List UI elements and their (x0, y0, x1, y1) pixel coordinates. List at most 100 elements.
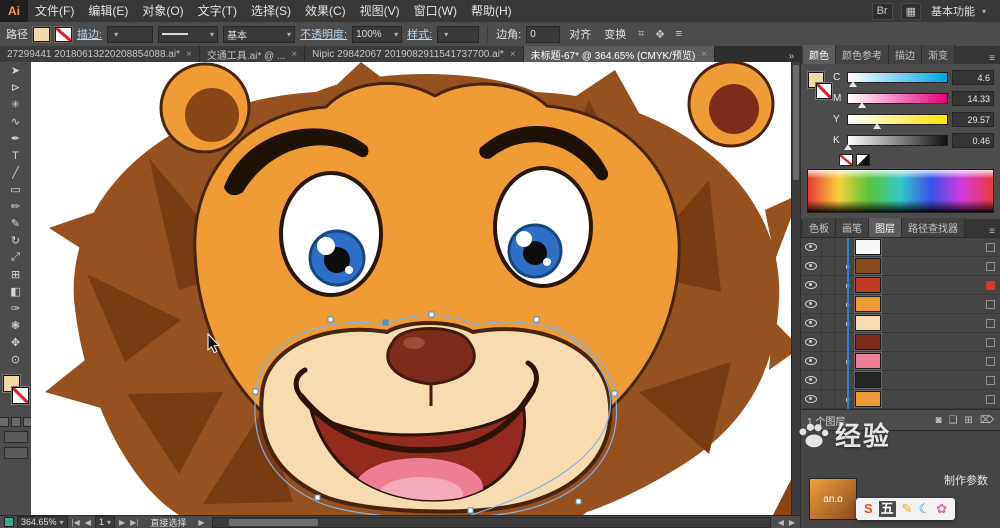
vertical-scrollbar[interactable] (791, 62, 800, 515)
selection-indicator[interactable] (986, 356, 995, 366)
gradient-tool[interactable]: ◧ (0, 283, 31, 300)
lock-toggle[interactable] (822, 314, 835, 332)
opacity-link[interactable]: 不透明度: (300, 26, 347, 42)
delete-layer-button[interactable]: ⌦ (980, 415, 994, 426)
disclosure-triangle-icon[interactable]: ▸ (841, 262, 855, 271)
none-swatch[interactable] (839, 154, 853, 166)
selection-indicator[interactable] (986, 394, 995, 404)
slider-track-C[interactable] (847, 72, 948, 87)
slider-handle[interactable] (858, 102, 867, 108)
color-panel-tab-3[interactable]: 渐变 (922, 45, 955, 64)
tab-close-icon[interactable]: × (510, 49, 516, 60)
slider-value[interactable]: 0.46 (952, 133, 994, 148)
brush-dropdown[interactable]: 基本 ▾ (223, 25, 296, 43)
visibility-toggle[interactable] (801, 257, 822, 275)
menu-item-3[interactable]: 文字(T) (191, 0, 244, 22)
magic-wand-tool[interactable]: ✳ (0, 96, 31, 113)
rectangle-tool[interactable]: ▭ (0, 181, 31, 198)
fill-swatch[interactable] (33, 26, 50, 42)
next-artboard-button[interactable]: ▶ (118, 518, 126, 527)
scroll-right-icon[interactable]: ▶ (788, 518, 796, 527)
selection-indicator[interactable] (986, 318, 995, 328)
document-tab-1[interactable]: 交通工具.ai* @ ... × (199, 46, 306, 62)
corner-value-box[interactable]: 0 (526, 25, 561, 43)
selection-indicator[interactable] (986, 242, 995, 252)
layer-row-5[interactable] (801, 333, 1000, 352)
selection-tool[interactable]: ➤ (0, 62, 31, 79)
stroke-color-swatch[interactable] (12, 387, 29, 404)
document-tab-2[interactable]: Nipic 29842067 2019082911541737700.ai* × (305, 46, 524, 62)
tab-close-icon[interactable]: × (701, 49, 707, 60)
eyedropper-tool[interactable]: ✑ (0, 300, 31, 317)
ime-icon-0[interactable]: S (864, 501, 873, 517)
style-link[interactable]: 样式: (407, 26, 432, 42)
lock-toggle[interactable] (822, 371, 835, 389)
slider-value[interactable]: 4.6 (952, 70, 994, 85)
paintbrush-tool[interactable]: ✏ (0, 198, 31, 215)
lock-toggle[interactable] (822, 257, 835, 275)
slider-handle[interactable] (873, 123, 882, 129)
panel-menu-icon[interactable]: ≡ (984, 53, 1000, 64)
disclosure-triangle-icon[interactable]: ▸ (841, 300, 855, 309)
slider-track-K[interactable] (844, 135, 948, 150)
make-clipping-mask-button[interactable]: ◙ (935, 415, 941, 426)
status-flyout-icon[interactable]: ▶ (197, 518, 205, 527)
input-method-bar[interactable]: S 五 ✎ ☾ ✿ (856, 498, 956, 520)
first-artboard-button[interactable]: |◀ (71, 518, 81, 527)
layer-row-6[interactable]: ▸ (801, 352, 1000, 371)
menu-item-6[interactable]: 视图(V) (353, 0, 407, 22)
layer-row-3[interactable]: ▸ (801, 295, 1000, 314)
stroke-swatch[interactable] (55, 26, 72, 42)
reference-thumbnail[interactable]: an.o (809, 478, 857, 520)
panel-tab-0[interactable]: 色板 (803, 218, 836, 237)
new-layer-button[interactable]: ⊞ (964, 415, 972, 426)
last-artboard-button[interactable]: ▶| (129, 518, 139, 527)
tab-close-icon[interactable]: × (291, 49, 297, 60)
stroke-link[interactable]: 描边: (77, 26, 102, 42)
slider-value[interactable]: 29.57 (952, 112, 994, 127)
canvas[interactable] (31, 62, 800, 515)
scrollbar-thumb[interactable] (229, 518, 319, 526)
layer-row-4[interactable]: ▸ (801, 314, 1000, 333)
document-tab-0[interactable]: 27299441 20180613220208854088.ai* × (0, 46, 200, 62)
layer-row-7[interactable] (801, 371, 1000, 390)
blend-tool[interactable]: ❃ (0, 317, 31, 334)
scroll-left-icon[interactable]: ◀ (777, 518, 785, 527)
align-button[interactable]: 对齐 (565, 25, 595, 43)
lock-toggle[interactable] (822, 238, 835, 256)
rotate-tool[interactable]: ↻ (0, 232, 31, 249)
lock-toggle[interactable] (822, 295, 835, 313)
visibility-toggle[interactable] (801, 314, 822, 332)
selection-indicator[interactable] (986, 337, 995, 347)
disclosure-triangle-icon[interactable]: ▸ (841, 319, 855, 328)
ime-icon-2[interactable]: ✎ (902, 501, 913, 517)
selection-indicator[interactable] (986, 299, 995, 309)
visibility-toggle[interactable] (801, 276, 822, 294)
menubar-icon-0[interactable]: Br (871, 2, 893, 20)
ime-icon-4[interactable]: ✿ (936, 501, 947, 517)
visibility-toggle[interactable] (801, 371, 822, 389)
panel-menu-icon[interactable]: ≡ (984, 226, 1000, 237)
panel-tab-3[interactable]: 路径查找器 (902, 218, 965, 237)
menu-item-4[interactable]: 选择(S) (244, 0, 298, 22)
selection-indicator[interactable] (986, 375, 995, 385)
draw-mode-button[interactable] (3, 431, 28, 443)
visibility-toggle[interactable] (801, 390, 822, 408)
transform-button[interactable]: 变换 (600, 25, 630, 43)
artboard-number[interactable]: 1 ▾ (94, 515, 115, 528)
pencil-tool[interactable]: ✎ (0, 215, 31, 232)
menu-item-0[interactable]: 文件(F) (28, 0, 81, 22)
tab-overflow-icon[interactable]: » (782, 51, 800, 62)
menu-item-8[interactable]: 帮助(H) (464, 0, 519, 22)
pen-tool[interactable]: ✒ (0, 130, 31, 147)
layer-row-1[interactable]: ▸ (801, 257, 1000, 276)
slider-handle[interactable] (844, 144, 853, 150)
style-dropdown[interactable]: ▾ (437, 25, 480, 43)
width-profile-dropdown[interactable]: ▾ (158, 25, 219, 43)
stroke-width-dropdown[interactable]: ▾ (107, 25, 154, 43)
lock-toggle[interactable] (822, 352, 835, 370)
black-white-swatch[interactable] (856, 154, 870, 166)
line-segment-tool[interactable]: ╱ (0, 164, 31, 181)
layer-row-8[interactable]: ▸ (801, 390, 1000, 409)
mesh-tool[interactable]: ⊞ (0, 266, 31, 283)
